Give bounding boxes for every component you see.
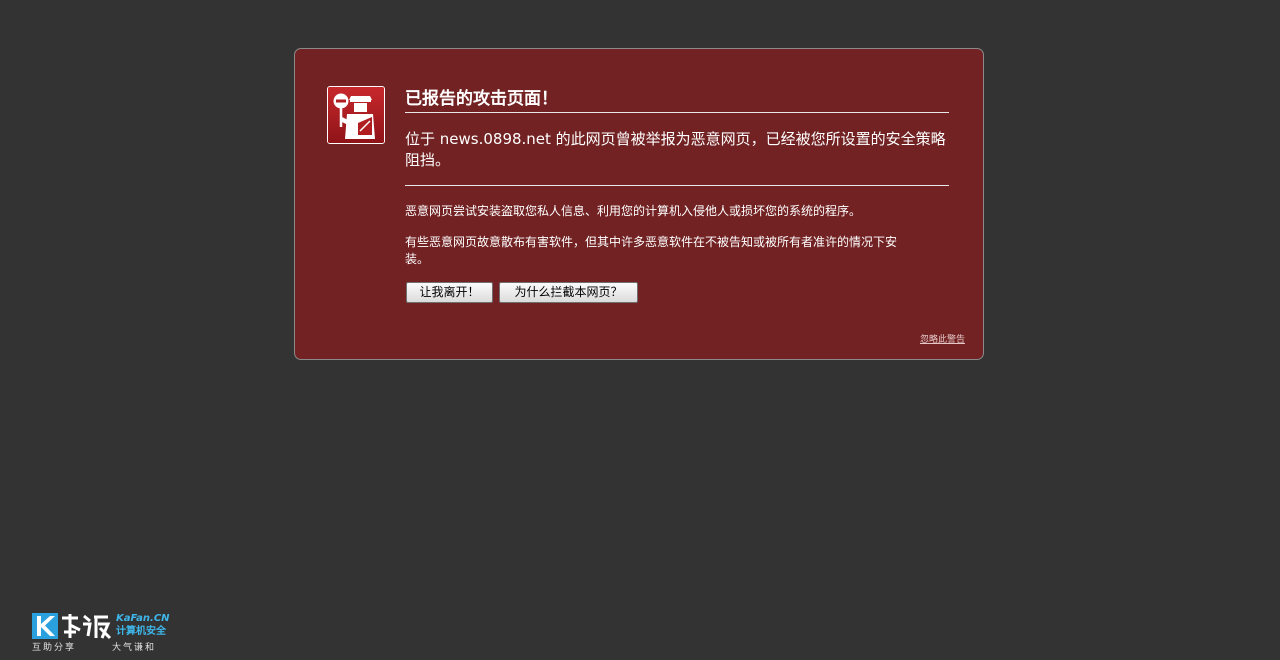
attack-warning-panel: 已报告的攻击页面！ 位于 news.0898.net 的此网页曾被举报为恶意网页… [294,48,984,360]
kafan-cn-text: KaFan.CN [116,613,170,624]
get-me-out-button[interactable]: 让我离开！ [406,282,493,303]
why-blocked-button[interactable]: 为什么拦截本网页？ [499,282,638,303]
ignore-warning-link[interactable]: 忽略此警告 [920,332,965,345]
warning-paragraph-2: 有些恶意网页故意散布有害软件，但其中许多恶意软件在不被告知或被所有者准许的情况下… [405,235,898,266]
warning-intro: 位于 news.0898.net 的此网页曾被举报为恶意网页，已经被您所设置的安… [405,130,946,169]
warning-paragraph-1: 恶意网页尝试安装盗取您私人信息、利用您的计算机入侵他人或损坏您的系统的程序。 [405,204,862,218]
button-row: 让我离开！ 为什么拦截本网页？ [405,282,949,304]
divider [405,185,949,186]
warning-content: 已报告的攻击页面！ 位于 news.0898.net 的此网页曾被举报为恶意网页… [405,87,949,304]
kafan-watermark: KaFan.CN 计算机安全 互助分享 大气谦和 [32,612,177,656]
police-officer-stop-icon [327,86,385,144]
kafan-slogan-left: 互助分享 [32,643,77,653]
kafan-slogan-right: 大气谦和 [112,643,157,653]
kafan-security-text: 计算机安全 [116,626,166,637]
warning-title: 已报告的攻击页面！ [405,87,949,113]
kafan-logo-icon [32,613,112,640]
page: 已报告的攻击页面！ 位于 news.0898.net 的此网页曾被举报为恶意网页… [0,0,1280,660]
